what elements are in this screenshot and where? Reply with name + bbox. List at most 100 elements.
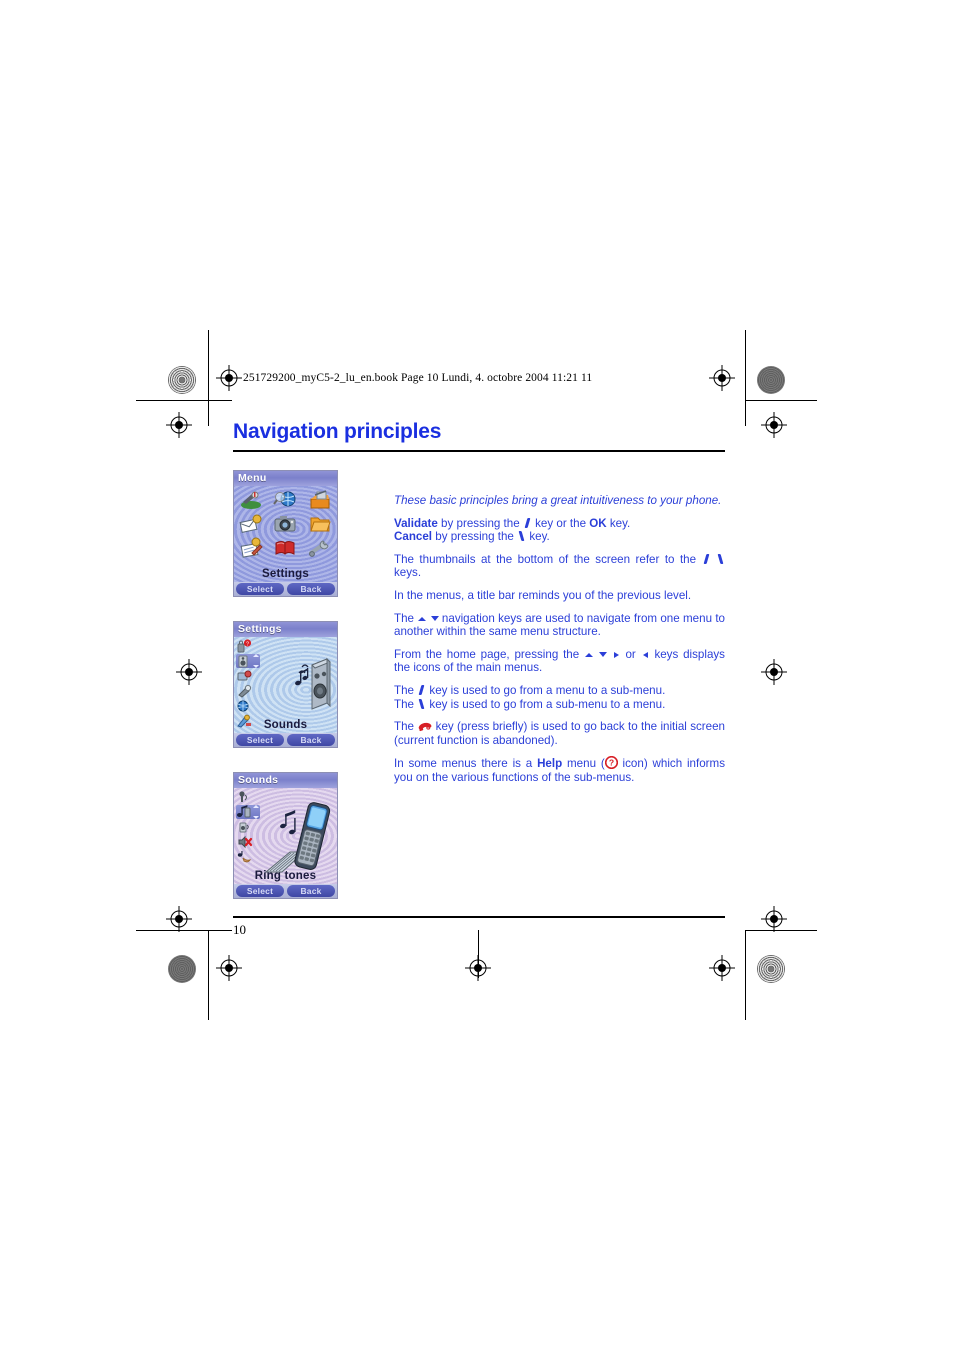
validate-cancel-block: Validate by pressing the key or the OK k… xyxy=(394,517,725,544)
halftone-dot-top-left xyxy=(168,366,196,394)
phone-screenshot-sounds: Sounds Ring tones Select Back xyxy=(233,772,338,899)
softkey-back[interactable]: Back xyxy=(287,734,335,746)
softkey-back[interactable]: Back xyxy=(287,583,335,595)
up-arrow-icon xyxy=(584,650,594,659)
crop-line-bottom-center-v xyxy=(478,930,479,978)
sounds-speaker-icon[interactable] xyxy=(236,654,260,668)
submenu-in-text-2: key is used to go from a menu to a sub-m… xyxy=(426,683,666,697)
svg-text:o: o xyxy=(428,726,430,730)
crop-line-top-right xyxy=(745,400,817,401)
softkey-back[interactable]: Back xyxy=(287,885,335,897)
screen-body: ? Sounds xyxy=(234,637,337,733)
scroll-arrows[interactable] xyxy=(253,805,260,819)
select-key-icon xyxy=(702,554,711,564)
messages-icon[interactable] xyxy=(239,513,263,535)
cancel-text-1: by pressing the xyxy=(432,530,518,544)
page-number: 10 xyxy=(233,922,246,937)
folder-icon[interactable] xyxy=(308,513,332,535)
phone-screenshot-settings: Settings ? Sounds Select Back xyxy=(233,621,338,748)
intro-text: These basic principles bring a great int… xyxy=(394,494,722,507)
screen-body: Ring tones xyxy=(234,788,337,884)
registration-mark-top-right xyxy=(709,365,735,391)
help-menu-paragraph: In some menus there is a Help menu (? ic… xyxy=(394,756,725,784)
vibrate-icon[interactable] xyxy=(236,850,253,864)
instructions-column: These basic principles bring a great int… xyxy=(373,470,725,794)
hangup-text-1: The xyxy=(394,720,418,734)
right-arrow-icon xyxy=(612,650,621,659)
submenu-out-text-1: The xyxy=(394,697,418,711)
down-arrow-icon xyxy=(430,614,439,623)
submenu-in-text-1: The xyxy=(394,683,418,697)
ok-label: OK xyxy=(589,516,607,530)
help-label: Help xyxy=(537,757,563,771)
screen-body: Settings xyxy=(234,486,337,582)
main-menu-icon-grid xyxy=(234,488,337,560)
titlebar-paragraph: In the menus, a title bar reminds you of… xyxy=(394,588,692,602)
title-divider xyxy=(233,450,725,452)
softkey-bar: Select Back xyxy=(234,733,337,747)
settings-icon-rail: ? xyxy=(236,639,260,728)
screen-selection-label: Ring tones xyxy=(254,870,317,882)
halftone-dot-bottom-right xyxy=(757,955,785,983)
notepad-pen-icon[interactable] xyxy=(239,537,263,559)
solid-dot-top-right xyxy=(757,366,785,394)
up-arrow-icon xyxy=(417,614,427,623)
magnifier-globe-icon[interactable] xyxy=(273,489,297,511)
display-icon[interactable] xyxy=(236,669,253,683)
speaker-music-icon xyxy=(286,653,331,718)
intro-paragraph: These basic principles bring a great int… xyxy=(394,494,725,508)
camera-icon[interactable] xyxy=(273,513,297,535)
toolbox-icon[interactable] xyxy=(308,489,332,511)
softkey-bar: Select Back xyxy=(234,884,337,898)
language-globe-icon[interactable] xyxy=(236,699,253,713)
crop-line-bottom-left xyxy=(136,930,232,931)
nav-text-1: The xyxy=(394,611,418,625)
screen-title-bar: Sounds xyxy=(234,773,337,788)
submenu-out-text-2: key is used to go from a sub-menu to a m… xyxy=(426,697,666,711)
hangup-text-2: key (press briefly) is used to go back t… xyxy=(394,720,726,747)
registration-mark-middle-left xyxy=(176,659,202,685)
network-icon[interactable] xyxy=(236,684,253,698)
alerts-icon[interactable] xyxy=(236,820,253,834)
home-text-2: or xyxy=(620,647,641,661)
book-header-code: 251729200_myC5-2_lu_en.book Page 10 Lund… xyxy=(243,372,593,384)
softkey-select[interactable]: Select xyxy=(236,885,284,897)
phone-screenshot-menu: Menu Settings Select Back xyxy=(233,470,338,597)
validate-text-3: key. xyxy=(606,516,631,530)
help-text-2: menu ( xyxy=(562,757,605,771)
registration-mark-upper-left xyxy=(166,412,192,438)
left-arrow-icon xyxy=(641,650,650,659)
settings-wrench-icon[interactable] xyxy=(308,537,332,559)
telephone-icon[interactable] xyxy=(239,489,263,511)
back-key-icon xyxy=(417,699,426,709)
page-content: Navigation principles Menu Settings Sele… xyxy=(233,420,725,923)
security-lock-icon[interactable]: ? xyxy=(236,639,253,653)
scroll-arrows[interactable] xyxy=(253,654,260,668)
crop-line-bottom-left-v xyxy=(208,930,209,1020)
screen-selection-label: Settings xyxy=(262,568,309,580)
softkey-select[interactable]: Select xyxy=(236,583,284,595)
volume-icon[interactable] xyxy=(236,790,253,804)
validate-label: Validate xyxy=(394,516,438,530)
svg-text:?: ? xyxy=(609,758,614,768)
hangup-key-icon: o xyxy=(417,720,432,732)
mobile-phone-icon xyxy=(292,800,332,879)
submenu-navigation-block: The key is used to go from a menu to a s… xyxy=(394,684,725,711)
softkey-bar: Select Back xyxy=(234,582,337,596)
screenshot-column: Menu Settings Select Back Settings ? Sou… xyxy=(233,470,373,923)
book-icon[interactable] xyxy=(273,537,297,559)
cancel-text-2: key. xyxy=(526,530,550,544)
cancel-label: Cancel xyxy=(394,530,433,544)
registration-mark-lower-left xyxy=(166,906,192,932)
thumbnails-paragraph: The thumbnails at the bottom of the scre… xyxy=(394,553,725,580)
softkey-select[interactable]: Select xyxy=(236,734,284,746)
solid-dot-bottom-left xyxy=(168,955,196,983)
registration-mark-bottom-right xyxy=(709,955,735,981)
ring-tones-icon[interactable] xyxy=(236,805,260,819)
registration-mark-bottom-left xyxy=(216,955,242,981)
silent-mode-icon[interactable] xyxy=(236,835,253,849)
select-key-icon xyxy=(417,685,426,695)
home-page-paragraph: From the home page, pressing the or keys… xyxy=(394,648,725,675)
nav-text-2: navigation keys are used to navigate fro… xyxy=(394,611,725,639)
validate-text-1: by pressing the xyxy=(437,516,523,530)
